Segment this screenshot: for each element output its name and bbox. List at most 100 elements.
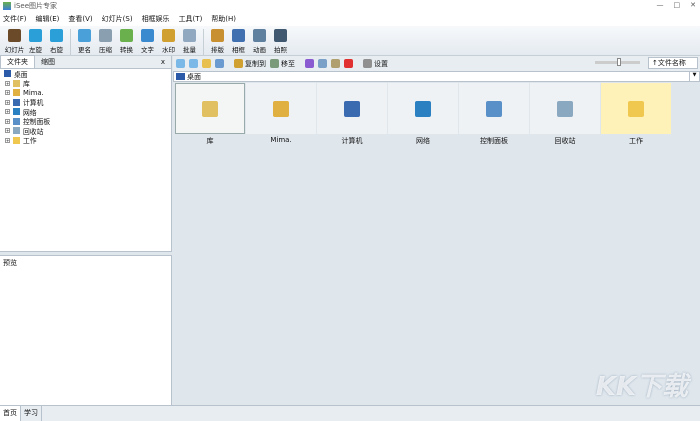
panel-close-icon[interactable]: x: [161, 58, 165, 66]
toolbar-button[interactable]: 压缩: [95, 29, 116, 54]
menu-item[interactable]: 查看(V): [68, 14, 92, 24]
file-item[interactable]: 工作: [601, 83, 671, 146]
folder-icon: [13, 136, 20, 144]
file-item[interactable]: 计算机: [317, 83, 387, 146]
tab-thumbnails[interactable]: 缩图: [35, 56, 61, 68]
zoom-slider[interactable]: [595, 58, 640, 66]
file-grid: 库 Mima. 计算机 网络 控制面板 回收站 工作: [173, 82, 700, 147]
toolbar-button[interactable]: 动画: [249, 29, 270, 54]
expand-icon[interactable]: +: [5, 137, 10, 143]
slider-thumb[interactable]: [617, 58, 621, 66]
toolbar-icon: [141, 29, 154, 42]
watermark-logo: KK下载: [595, 372, 688, 402]
folder-icon: [13, 127, 20, 135]
toolbar-icon: [183, 29, 196, 42]
toolbar-button[interactable]: 拍照: [270, 29, 291, 54]
expand-icon[interactable]: +: [5, 128, 10, 134]
expand-icon[interactable]: +: [5, 109, 10, 115]
desktop-icon: [176, 73, 185, 80]
toolbar-button[interactable]: 水印: [158, 29, 179, 54]
toolbar-button[interactable]: 更名: [74, 29, 95, 54]
delete-icon[interactable]: [344, 59, 353, 68]
forward-icon[interactable]: [189, 59, 198, 68]
maximize-button[interactable]: □: [674, 1, 681, 9]
sort-dropdown[interactable]: ↑文件名称: [648, 57, 698, 69]
item-icon: [628, 100, 644, 117]
menu-item[interactable]: 工具(T): [179, 14, 203, 24]
cut-icon[interactable]: [305, 59, 314, 68]
tree-item[interactable]: + 计算机: [0, 98, 171, 107]
menu-item[interactable]: 编辑(E): [36, 14, 60, 24]
move-icon: [270, 59, 279, 68]
toolbar-button[interactable]: 右旋: [46, 29, 67, 54]
toolbar-icon: [99, 29, 112, 42]
up-folder-icon[interactable]: [202, 59, 211, 68]
tree-item[interactable]: + 网络: [0, 107, 171, 117]
toolbar-separator: [70, 29, 71, 55]
file-item[interactable]: 回收站: [530, 83, 600, 146]
tab-learn[interactable]: 学习: [21, 406, 42, 421]
app-icon: [3, 2, 11, 10]
tab-home[interactable]: 首页: [0, 406, 21, 421]
title-bar: iSee图片专家 — □ ✕: [0, 0, 700, 12]
folder-icon: [13, 98, 20, 106]
tree-item[interactable]: + Mima.: [0, 88, 171, 98]
toolbar-icon: [211, 29, 224, 42]
toolbar-button[interactable]: 左旋: [25, 29, 46, 54]
tree-item[interactable]: + 库: [0, 79, 171, 88]
toolbar-icon: [120, 29, 133, 42]
toolbar-separator: [203, 29, 204, 55]
paste-icon[interactable]: [331, 59, 340, 68]
expand-icon[interactable]: +: [5, 80, 10, 86]
copy-icon: [234, 59, 243, 68]
browser-toolbar: 复制到 移至 设置 ↑文件名称: [173, 56, 700, 71]
item-icon: [486, 100, 502, 117]
file-item[interactable]: 控制面板: [459, 83, 529, 146]
menu-item[interactable]: 幻灯片(S): [102, 14, 133, 24]
expand-icon[interactable]: +: [5, 99, 10, 105]
preview-label: 预览: [3, 259, 17, 267]
toolbar-icon: [253, 29, 266, 42]
address-bar[interactable]: 桌面 ▼: [173, 71, 700, 82]
file-item[interactable]: 库: [175, 83, 245, 146]
toolbar-button[interactable]: 批量: [179, 29, 200, 54]
copy-icon[interactable]: [318, 59, 327, 68]
tree-item[interactable]: + 回收站: [0, 126, 171, 136]
settings-button[interactable]: 设置: [363, 59, 388, 69]
item-icon: [557, 100, 573, 117]
toolbar-button[interactable]: 转换: [116, 29, 137, 54]
tab-folders[interactable]: 文件夹: [0, 55, 35, 68]
file-item[interactable]: Mima.: [246, 83, 316, 146]
item-icon: [202, 100, 218, 117]
tree-item[interactable]: + 工作: [0, 136, 171, 145]
toolbar-button[interactable]: 幻灯片: [4, 29, 25, 54]
toolbar-button[interactable]: 相框: [228, 29, 249, 54]
move-to-button[interactable]: 移至: [270, 59, 295, 69]
address-dropdown-icon[interactable]: ▼: [689, 72, 699, 81]
toolbar-button[interactable]: 文字: [137, 29, 158, 54]
tree-item-desktop[interactable]: 桌面: [0, 69, 171, 79]
expand-icon[interactable]: +: [5, 118, 10, 124]
toolbar-icon: [232, 29, 245, 42]
back-icon[interactable]: [176, 59, 185, 68]
toolbar-icon: [8, 29, 21, 42]
close-button[interactable]: ✕: [690, 1, 696, 9]
copy-to-button[interactable]: 复制到: [234, 59, 266, 69]
toolbar-icon: [162, 29, 175, 42]
left-panel: 文件夹 缩图 x 桌面 + 库 + Mima. + 计算机 + 网络 + 控制面板 + 回收站 + 工作 预览: [0, 55, 172, 405]
expand-icon[interactable]: +: [5, 90, 10, 96]
folder-icon: [13, 89, 20, 97]
menu-item[interactable]: 相框娱乐: [142, 14, 170, 24]
menu-item[interactable]: 文件(F): [3, 14, 27, 24]
refresh-icon[interactable]: [215, 59, 224, 68]
toolbar-icon: [50, 29, 63, 42]
file-item[interactable]: 网络: [388, 83, 458, 146]
menu-item[interactable]: 帮助(H): [211, 14, 236, 24]
toolbar-button[interactable]: 排版: [207, 29, 228, 54]
minimize-button[interactable]: —: [657, 1, 664, 9]
item-icon: [344, 100, 360, 117]
status-bar: 首页 学习: [0, 405, 700, 421]
main-panel: 复制到 移至 设置 ↑文件名称 桌面 ▼ 库 Mima. 计算机 网络 控制面板 回收站 工作: [173, 56, 700, 405]
item-icon: [273, 100, 289, 117]
tree-item[interactable]: + 控制面板: [0, 117, 171, 126]
